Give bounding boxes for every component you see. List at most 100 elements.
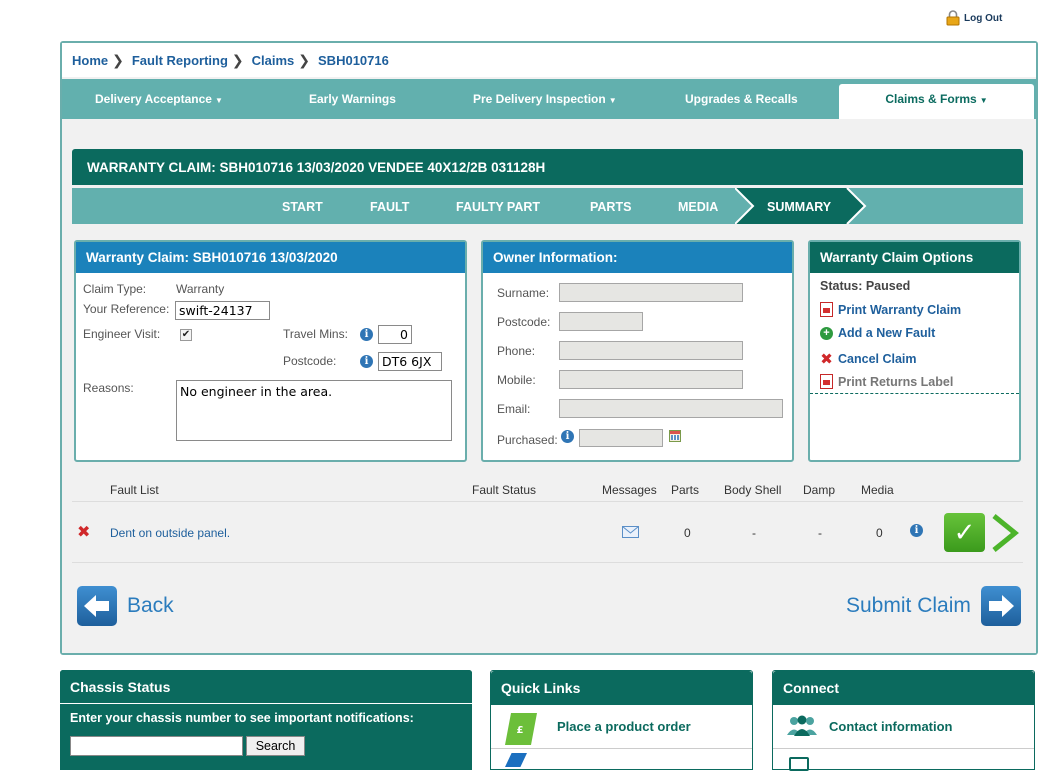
postcode-input[interactable]: DT6 6JX — [378, 352, 442, 371]
print-warranty-claim-link[interactable]: Print Warranty Claim — [820, 302, 961, 317]
reasons-label: Reasons: — [83, 381, 134, 395]
connect-panel: Connect Contact information — [772, 670, 1035, 771]
contacts-icon — [785, 715, 819, 740]
chassis-search-button[interactable]: Search — [246, 736, 305, 756]
calendar-icon[interactable] — [669, 430, 681, 442]
email-label: Email: — [497, 402, 531, 416]
step-parts[interactable]: PARTS — [590, 188, 631, 224]
travel-mins-label: Travel Mins: — [283, 327, 348, 341]
nav-pre-delivery-inspection[interactable]: Pre Delivery Inspection ▼ — [473, 79, 617, 119]
mobile-label: Mobile: — [497, 373, 536, 387]
col-messages: Messages — [602, 483, 657, 497]
surname-label: Surname: — [497, 286, 550, 300]
back-label: Back — [127, 594, 174, 617]
reference-label: Your Reference: — [83, 302, 170, 316]
step-faulty-part[interactable]: FAULTY PART — [456, 188, 540, 224]
nav-early-warnings[interactable]: Early Warnings — [309, 79, 396, 119]
owner-postcode-field — [559, 312, 643, 331]
surname-field — [559, 283, 743, 302]
purchased-field — [579, 429, 663, 447]
chassis-input[interactable] — [70, 736, 243, 756]
divider — [491, 748, 752, 749]
divider — [810, 393, 1019, 394]
print-returns-label-link[interactable]: Print Returns Label — [820, 374, 953, 389]
step-start[interactable]: START — [282, 188, 323, 224]
svg-text:£: £ — [517, 725, 524, 736]
engineer-visit-checkbox[interactable]: ✔ — [180, 329, 192, 341]
main-nav: Delivery Acceptance ▼ Early Warnings Pre … — [62, 79, 1036, 119]
email-field — [559, 399, 783, 418]
plus-icon: + — [820, 326, 833, 340]
back-button[interactable]: Back — [77, 586, 174, 626]
chassis-prompt: Enter your chassis number to see importa… — [70, 711, 414, 725]
logout-label: Log Out — [964, 12, 1003, 24]
reasons-textarea[interactable]: No engineer in the area. — [176, 380, 452, 441]
place-order-link[interactable]: Place a product order — [557, 719, 691, 734]
claim-type-label: Claim Type: — [83, 282, 147, 296]
contact-info-link[interactable]: Contact information — [829, 719, 953, 734]
back-arrow-icon — [77, 586, 117, 626]
chevron-right-icon: ❯ — [298, 51, 311, 68]
col-damp: Damp — [803, 483, 836, 497]
add-new-fault-link[interactable]: + Add a New Fault — [820, 326, 935, 340]
logout-link[interactable]: Log Out — [946, 10, 1002, 26]
fault-damp: - — [818, 526, 822, 540]
chevron-right-icon: ❯ — [112, 51, 124, 68]
claim-options-panel: Warranty Claim Options Status: Paused Pr… — [808, 240, 1021, 462]
next-arrow-icon[interactable] — [990, 513, 1020, 556]
nav-delivery-acceptance[interactable]: Delivery Acceptance ▼ — [95, 79, 223, 119]
col-media: Media — [861, 483, 894, 497]
breadcrumb-claims[interactable]: Claims — [252, 53, 295, 68]
warranty-panel-title: Warranty Claim: SBH010716 13/03/2020 — [76, 242, 465, 273]
claim-steps: START FAULT FAULTY PART PARTS MEDIA SUMM… — [72, 188, 1023, 224]
fault-media: 0 — [876, 526, 883, 540]
submit-arrow-icon — [980, 586, 1021, 626]
purchased-label: Purchased: — [497, 433, 558, 447]
quick-links-title: Quick Links — [491, 671, 752, 705]
lock-icon — [946, 10, 960, 26]
breadcrumb-fault-reporting[interactable]: Fault Reporting — [132, 53, 228, 68]
reference-input[interactable]: swift-24137 — [175, 301, 270, 320]
mobile-field — [559, 370, 743, 389]
breadcrumb-current[interactable]: SBH010716 — [318, 53, 389, 68]
chevron-right-icon: ❯ — [231, 51, 244, 68]
travel-mins-input[interactable]: 0 — [378, 325, 412, 344]
phone-field — [559, 341, 743, 360]
divider — [72, 562, 1023, 563]
delete-fault-icon[interactable]: ✖ — [77, 522, 90, 542]
engineer-visit-label: Engineer Visit: — [83, 327, 161, 341]
postcode-label: Postcode: — [283, 354, 337, 368]
step-summary[interactable]: SUMMARY — [767, 188, 831, 224]
cancel-claim-link[interactable]: ✖ Cancel Claim — [820, 350, 916, 368]
phone-label: Phone: — [497, 344, 536, 358]
caret-down-icon: ▼ — [979, 96, 988, 105]
nav-upgrades-recalls[interactable]: Upgrades & Recalls — [685, 79, 798, 119]
options-panel-title: Warranty Claim Options — [810, 242, 1019, 273]
info-icon[interactable]: i — [360, 328, 373, 341]
caret-down-icon: ▼ — [214, 96, 223, 105]
submit-claim-button[interactable]: Submit Claim — [846, 586, 1021, 626]
info-icon[interactable]: i — [910, 524, 923, 537]
info-icon[interactable]: i — [561, 430, 574, 443]
caret-down-icon: ▼ — [608, 96, 617, 105]
pdf-icon — [820, 302, 833, 317]
message-icon[interactable] — [622, 526, 639, 541]
breadcrumb-home[interactable]: Home — [72, 53, 108, 68]
product-order-icon: £ — [503, 711, 539, 747]
info-icon[interactable]: i — [360, 355, 373, 368]
nav-claims-forms[interactable]: Claims & Forms ▼ — [839, 84, 1034, 119]
cancel-icon: ✖ — [820, 351, 833, 368]
pdf-icon — [820, 374, 833, 389]
step-media[interactable]: MEDIA — [678, 188, 718, 224]
link-icon — [505, 753, 527, 767]
col-fault-status: Fault Status — [472, 483, 537, 497]
step-fault[interactable]: FAULT — [370, 188, 409, 224]
col-parts: Parts — [671, 483, 700, 497]
fault-name-link[interactable]: Dent on outside panel. — [110, 526, 230, 540]
fault-parts: 0 — [684, 526, 691, 540]
chassis-status-panel: Chassis Status Enter your chassis number… — [60, 670, 472, 770]
breadcrumb: Home ❯ Fault Reporting ❯ Claims ❯ SBH010716 — [62, 43, 1036, 77]
claim-status: Status: Paused — [820, 279, 911, 293]
divider — [72, 501, 1023, 502]
approve-check-icon[interactable]: ✓ — [944, 513, 985, 552]
